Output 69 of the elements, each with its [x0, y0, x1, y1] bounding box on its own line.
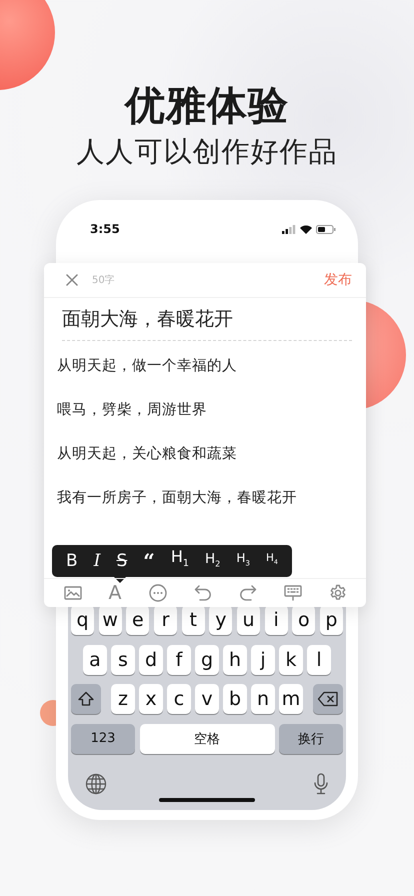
keyboard-key[interactable]: u	[236, 605, 260, 635]
redo-icon	[238, 585, 256, 601]
microphone-icon[interactable]	[313, 773, 329, 795]
keyboard-key[interactable]: t	[182, 605, 205, 635]
heading-button[interactable]: H$_{4}$	[264, 548, 280, 574]
undo-button[interactable]	[194, 585, 212, 601]
keyboard-key[interactable]: h	[223, 644, 247, 674]
heading-button[interactable]: H$_{2}$	[203, 548, 222, 574]
keyboard-key[interactable]: d	[139, 644, 163, 674]
keyboard-key[interactable]: l	[307, 644, 331, 674]
redo-button[interactable]	[238, 585, 256, 601]
backspace-key[interactable]	[313, 684, 343, 714]
heading-button[interactable]: H$_{1}$	[168, 547, 191, 575]
heading-button[interactable]: H$_{3}$	[234, 548, 252, 574]
keyboard-key[interactable]: c	[167, 684, 191, 714]
headline-subtitle: 人人可以创作好作品	[76, 134, 338, 170]
quote-button[interactable]: “	[141, 551, 157, 571]
shift-icon	[77, 691, 95, 707]
paragraph-text: 从明天起，做一个幸福的人	[57, 357, 238, 376]
battery-icon	[316, 224, 336, 234]
keyboard-key[interactable]: q	[70, 605, 94, 635]
image-icon	[64, 586, 82, 600]
shift-key[interactable]	[71, 684, 101, 714]
close-icon	[66, 274, 78, 286]
keyboard-icon	[284, 585, 302, 601]
headline-title: 优雅体验	[125, 82, 289, 131]
undo-icon	[194, 585, 212, 601]
keyboard-key[interactable]: w	[98, 605, 122, 635]
signal-icon	[282, 224, 296, 234]
keyboard-key[interactable]: g	[195, 644, 219, 674]
return-key[interactable]: 换行	[279, 724, 343, 754]
keyboard-key[interactable]: p	[320, 605, 344, 635]
more-button[interactable]	[148, 584, 166, 602]
keyboard-key[interactable]: r	[154, 605, 178, 635]
paragraph-text: 从明天起，关心粮食和蔬菜	[57, 444, 238, 464]
globe-icon[interactable]	[85, 773, 107, 795]
keyboard-key[interactable]: m	[279, 684, 303, 714]
keyboard-key[interactable]: i	[264, 605, 288, 635]
article-title: 面朝大海，春暖花开	[62, 306, 352, 341]
keyboard-key[interactable]: a	[83, 644, 107, 674]
wifi-icon	[300, 224, 312, 234]
keyboard-button[interactable]	[284, 585, 302, 601]
italic-button[interactable]: I	[92, 551, 102, 571]
bold-button[interactable]: B	[64, 551, 80, 571]
settings-button[interactable]	[328, 584, 346, 602]
image-button[interactable]	[64, 586, 82, 600]
more-icon	[148, 584, 166, 602]
keyboard-key[interactable]: k	[279, 644, 303, 674]
keyboard-key[interactable]: s	[111, 644, 135, 674]
keyboard-key[interactable]: j	[251, 644, 275, 674]
settings-icon	[328, 584, 346, 602]
keyboard-key[interactable]: x	[139, 684, 163, 714]
paragraph-text: 我有一所房子，面朝大海，春暖花开	[57, 488, 298, 508]
status-time: 3:55	[90, 222, 120, 236]
space-key[interactable]: 空格	[140, 724, 274, 754]
word-count: 50字	[92, 274, 115, 287]
strikethrough-button[interactable]: S	[114, 551, 130, 571]
keyboard-key[interactable]: b	[223, 684, 247, 714]
keyboard-key[interactable]: e	[126, 605, 150, 635]
paragraph-text: 喂马，劈柴，周游世界	[57, 401, 208, 420]
keyboard-key[interactable]: f	[167, 644, 191, 674]
backspace-icon	[317, 691, 339, 707]
keyboard-key[interactable]: o	[292, 605, 316, 635]
keyboard-key[interactable]: z	[111, 684, 135, 714]
keyboard-key[interactable]: v	[195, 684, 219, 714]
close-button[interactable]	[64, 272, 80, 288]
keyboard-key[interactable]: y	[209, 605, 232, 635]
numbers-key[interactable]: 123	[71, 724, 135, 754]
keyboard-key[interactable]: n	[251, 684, 275, 714]
